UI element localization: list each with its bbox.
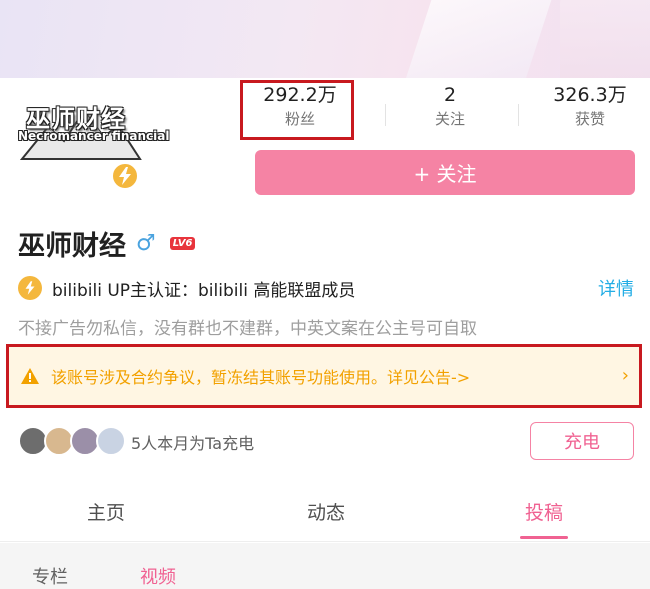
- stat-likes[interactable]: 326.3万 获赞: [540, 82, 640, 130]
- subtab-videos[interactable]: 视频: [140, 563, 176, 589]
- subtab-articles[interactable]: 专栏: [32, 563, 68, 589]
- divider: [518, 104, 519, 126]
- male-icon: ♂: [136, 230, 156, 256]
- lightning-badge-icon: [110, 161, 140, 191]
- avatar-subtitle: Necromancer financial: [18, 129, 170, 143]
- lightning-icon: [18, 276, 42, 300]
- following-label: 关注: [434, 110, 465, 128]
- banner-decoration: [560, 0, 650, 78]
- notice-text: 该账号涉及合约争议，暂冻结其账号功能使用。详见公告->: [51, 368, 471, 387]
- chevron-right-icon: ›: [621, 365, 629, 386]
- subtabs: 专栏 视频: [0, 543, 650, 589]
- level-badge: LV6: [169, 236, 196, 250]
- profile-banner: [0, 0, 650, 78]
- supporter-avatar[interactable]: [96, 426, 126, 456]
- charge-row: 5人本月为Ta充电 充电: [18, 422, 634, 462]
- detail-link[interactable]: 详情: [598, 275, 634, 301]
- profile-tabs: 主页 动态 投稿: [0, 478, 650, 542]
- certification-text: bilibili UP主认证：bilibili 高能联盟成员: [52, 280, 356, 301]
- tab-posts[interactable]: 投稿: [494, 498, 594, 525]
- highlight-box: [240, 80, 354, 140]
- banner-decoration: [402, 0, 558, 78]
- active-tab-indicator: [520, 536, 568, 539]
- tab-home[interactable]: 主页: [56, 498, 156, 525]
- avatar[interactable]: 巫师财经 Necromancer financial: [10, 85, 169, 195]
- user-name: 巫师财经: [18, 230, 126, 262]
- likes-label: 获赞: [574, 110, 605, 128]
- charge-text: 5人本月为Ta充电: [131, 434, 255, 453]
- dispute-notice[interactable]: 该账号涉及合约争议，暂冻结其账号功能使用。详见公告-> ›: [6, 344, 642, 408]
- bio-text: 不接广告勿私信，没有群也不建群，中英文案在公主号可自取: [18, 319, 477, 339]
- certification-row: bilibili UP主认证：bilibili 高能联盟成员 详情: [18, 273, 634, 303]
- likes-count: 326.3万: [553, 84, 627, 106]
- name-row: 巫师财经 ♂ LV6: [18, 225, 196, 262]
- follow-button[interactable]: + 关注: [255, 150, 635, 195]
- tab-dynamic[interactable]: 动态: [276, 498, 376, 525]
- stat-following[interactable]: 2 关注: [390, 82, 510, 130]
- divider: [385, 104, 386, 126]
- following-count: 2: [443, 84, 457, 106]
- charge-button[interactable]: 充电: [530, 422, 634, 460]
- warning-icon: [19, 365, 41, 387]
